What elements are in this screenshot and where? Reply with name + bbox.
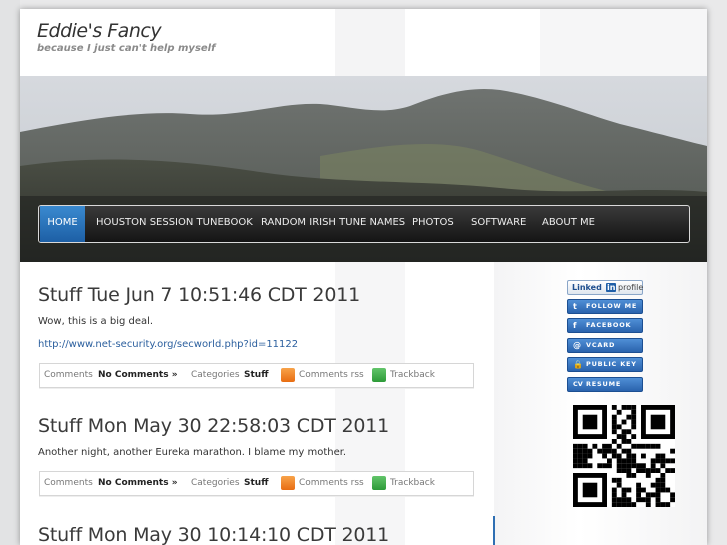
comments-label: Comments bbox=[44, 370, 93, 380]
category-link[interactable]: Stuff bbox=[244, 472, 268, 495]
site-title[interactable]: Eddie's Fancy bbox=[37, 20, 162, 42]
twitter-icon: t bbox=[573, 302, 577, 311]
categories-label: Categories bbox=[191, 370, 240, 380]
follow-me-label: FOLLOW ME bbox=[586, 302, 638, 310]
linkedin-icon: in bbox=[606, 283, 617, 292]
public-key-label: PUBLIC KEY bbox=[586, 360, 637, 368]
nav-home[interactable]: Home bbox=[40, 206, 85, 242]
public-key-button[interactable]: 🔒 PUBLIC KEY bbox=[567, 357, 643, 372]
site-header: Eddie's Fancy because I just can't help … bbox=[20, 9, 707, 76]
site-tagline: because I just can't help myself bbox=[37, 43, 216, 54]
follow-me-button[interactable]: t FOLLOW ME bbox=[567, 299, 643, 314]
post-title[interactable]: Stuff Mon May 30 10:14:10 CDT 2011 bbox=[38, 524, 389, 545]
resume-button[interactable]: CV RESUME bbox=[567, 377, 643, 392]
nav-software[interactable]: Software bbox=[471, 206, 526, 242]
post-link[interactable]: http://www.net-security.org/secworld.php… bbox=[38, 339, 298, 350]
rss-icon[interactable] bbox=[281, 368, 295, 382]
comments-rss-link[interactable]: Comments rss bbox=[299, 472, 364, 495]
vcard-label: VCARD bbox=[586, 341, 616, 349]
facebook-label: FACEBOOK bbox=[586, 321, 632, 329]
nav-houston-session-tunebook[interactable]: Houston Session Tunebook bbox=[96, 206, 253, 242]
linkedin-profile-button[interactable]: Linked in profile bbox=[567, 280, 643, 295]
trackback-link[interactable]: Trackback bbox=[390, 364, 435, 387]
categories-label: Categories bbox=[191, 478, 240, 488]
category-link[interactable]: Stuff bbox=[244, 364, 268, 387]
post-body: Another night, another Eureka marathon. … bbox=[38, 447, 347, 458]
trackback-icon[interactable] bbox=[372, 368, 386, 382]
resume-label: RESUME bbox=[586, 380, 622, 388]
vcard-icon: @ bbox=[573, 341, 581, 350]
main-nav: Home Houston Session Tunebook Random Iri… bbox=[38, 205, 690, 243]
nav-random-irish-tune-names[interactable]: Random Irish Tune Names bbox=[261, 206, 405, 242]
linkedin-brand: Linked bbox=[572, 283, 602, 292]
comments-rss-link[interactable]: Comments rss bbox=[299, 364, 364, 387]
nav-photos[interactable]: Photos bbox=[412, 206, 454, 242]
sidebar-divider bbox=[493, 516, 495, 545]
vcard-button[interactable]: @ VCARD bbox=[567, 338, 643, 353]
nav-about-me[interactable]: About Me bbox=[542, 206, 595, 242]
post-body: Wow, this is a big deal. bbox=[38, 316, 154, 327]
trackback-link[interactable]: Trackback bbox=[390, 472, 435, 495]
page-background bbox=[0, 0, 20, 545]
comments-label: Comments bbox=[44, 478, 93, 488]
linkedin-suffix: profile bbox=[618, 283, 644, 292]
page-container: Eddie's Fancy because I just can't help … bbox=[20, 9, 707, 545]
comments-link[interactable]: No Comments » bbox=[98, 472, 178, 495]
post-meta-bar: Comments No Comments » Categories Stuff … bbox=[39, 471, 474, 496]
post-meta-bar: Comments No Comments » Categories Stuff … bbox=[39, 363, 474, 388]
rss-icon[interactable] bbox=[281, 476, 295, 490]
cv-icon: CV bbox=[573, 380, 583, 388]
post-title[interactable]: Stuff Tue Jun 7 10:51:46 CDT 2011 bbox=[38, 284, 360, 306]
qr-code-icon bbox=[573, 405, 675, 507]
lock-icon: 🔒 bbox=[573, 360, 583, 369]
facebook-icon: f bbox=[573, 321, 577, 330]
facebook-button[interactable]: f FACEBOOK bbox=[567, 318, 643, 333]
comments-link[interactable]: No Comments » bbox=[98, 364, 178, 387]
post-title[interactable]: Stuff Mon May 30 22:58:03 CDT 2011 bbox=[38, 415, 389, 437]
trackback-icon[interactable] bbox=[372, 476, 386, 490]
